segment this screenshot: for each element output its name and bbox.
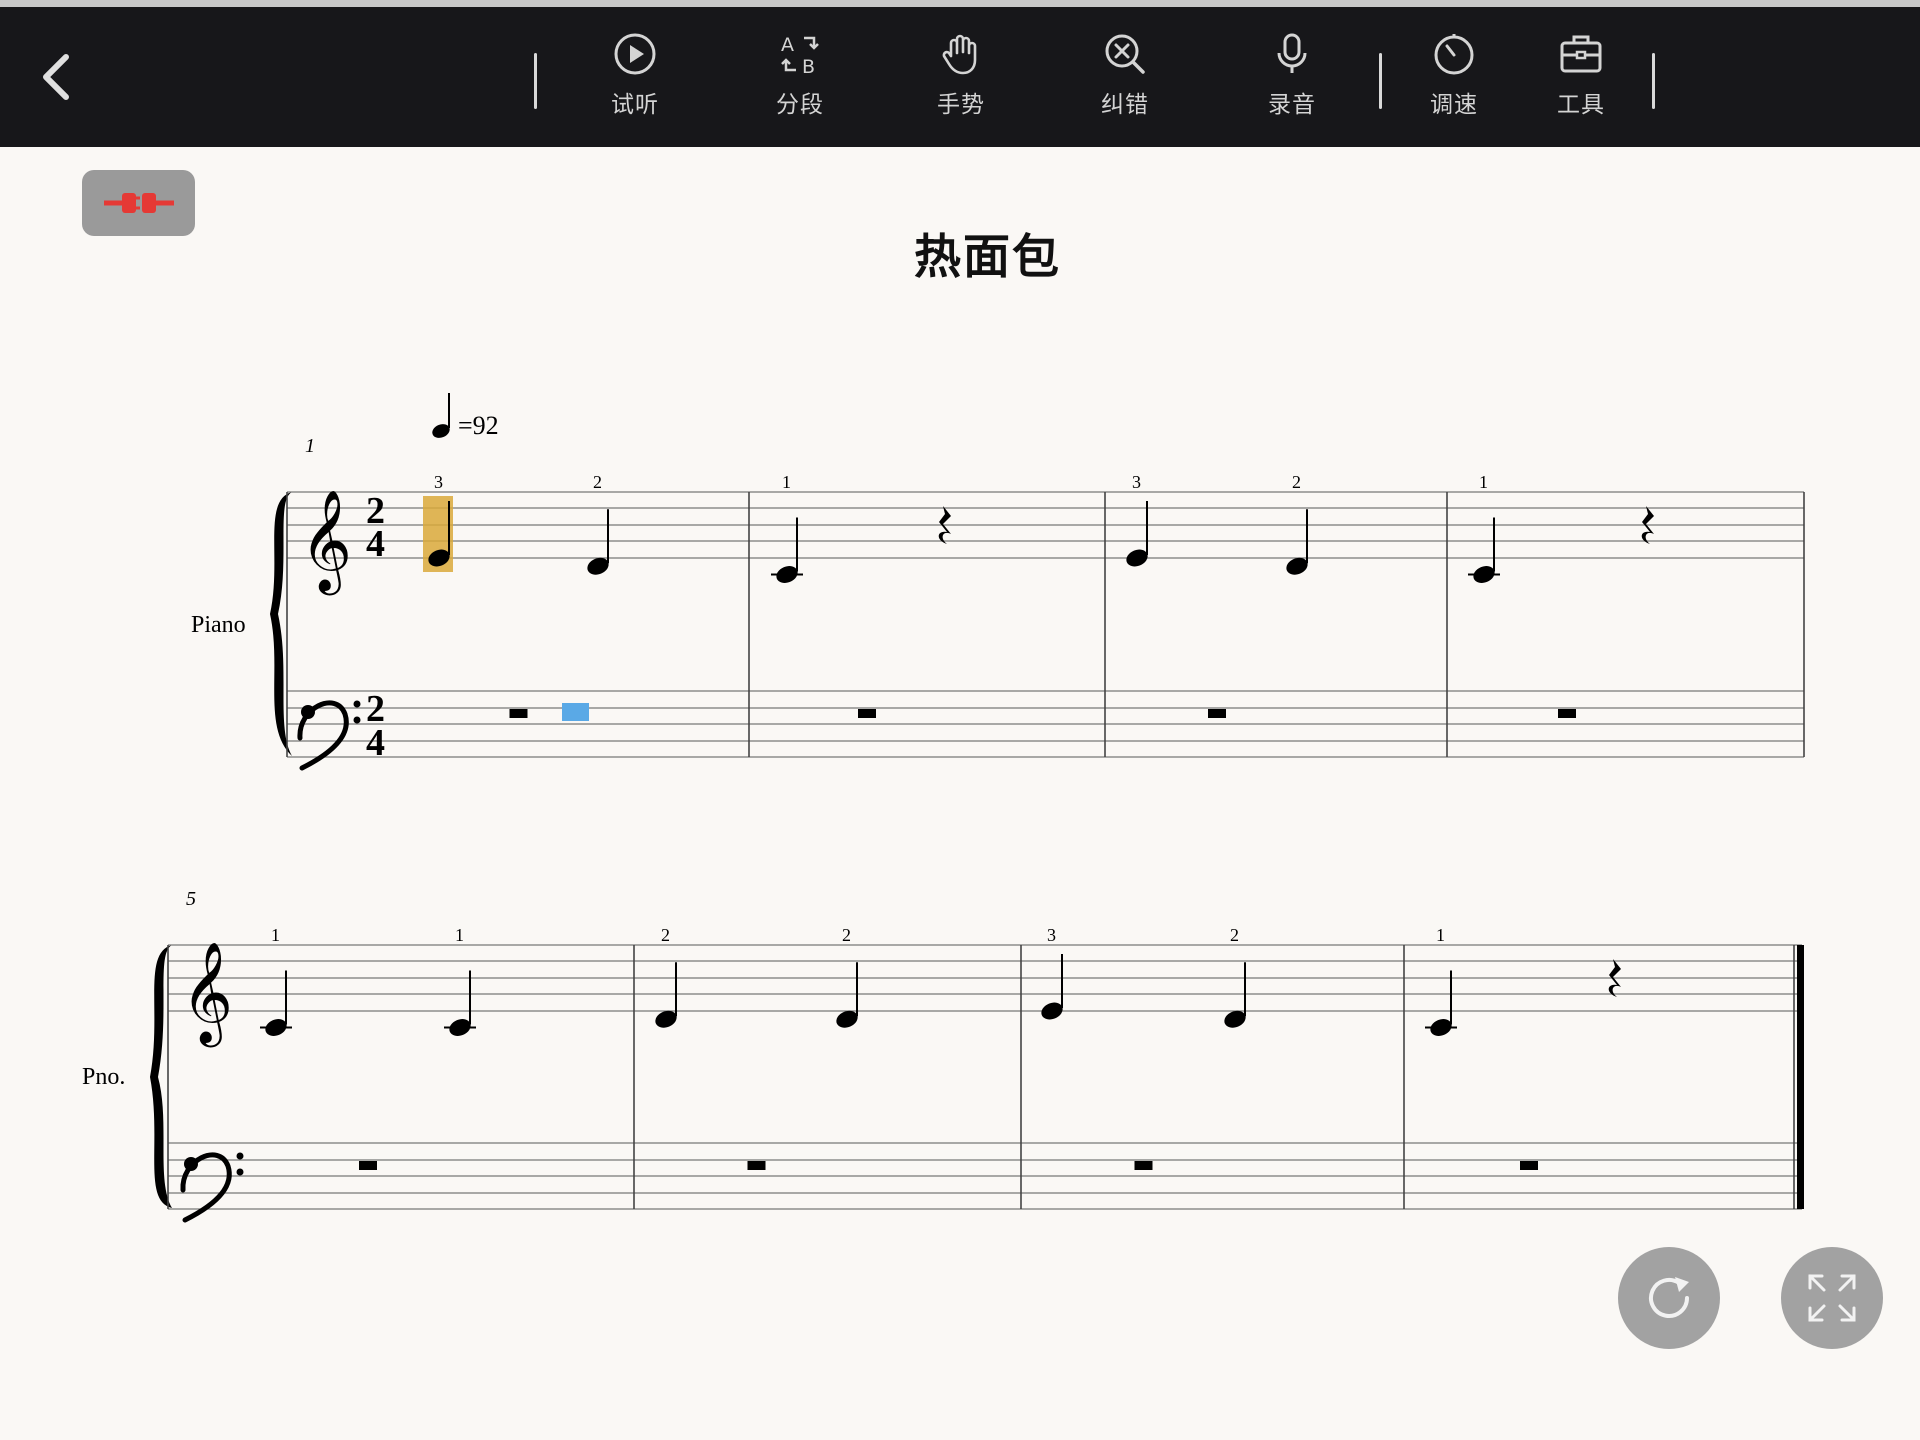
- fingering-number: 3: [1132, 472, 1141, 492]
- final-barline: [1797, 945, 1804, 1209]
- measure-number: 1: [305, 435, 315, 457]
- bass-staff: [168, 1142, 1802, 1210]
- treble-clef: 𝄞: [300, 488, 352, 596]
- measure-rest: [1208, 709, 1226, 718]
- instrument-label: Pno.: [82, 1064, 125, 1090]
- grand-staff-brace: [270, 492, 292, 756]
- current-rest-highlight: [562, 703, 589, 721]
- treble-staff: [168, 944, 1802, 1012]
- svg-text:4: 4: [366, 722, 385, 764]
- fullscreen-button[interactable]: [1781, 1247, 1883, 1349]
- svg-text:4: 4: [366, 523, 385, 565]
- fingering-number: 2: [1230, 925, 1239, 945]
- measure-number: 5: [186, 888, 196, 910]
- restart-button[interactable]: [1618, 1247, 1720, 1349]
- fingering-number: 1: [455, 925, 464, 945]
- measure-rest: [747, 1161, 766, 1170]
- fingering-number: 1: [1436, 925, 1445, 945]
- treble-clef: 𝄞: [181, 940, 233, 1048]
- time-signature: 2 4 2 4: [366, 490, 385, 764]
- fingering-number: 1: [271, 925, 280, 945]
- fingering-number: 1: [782, 472, 791, 492]
- measure-rest: [858, 709, 876, 718]
- fingering-number: 2: [1292, 472, 1301, 492]
- barlines: [167, 945, 1795, 1209]
- measure-rest: [359, 1161, 377, 1170]
- system-2-notes: 1 1 2 2 3 2 1: [260, 925, 1621, 1170]
- tempo-text: =92: [458, 411, 499, 440]
- music-score: 1 Piano =92 𝄞 2 4 2 4 3 2 1 3 2 1 5 Pno.…: [82, 393, 1805, 1223]
- bass-clef: [297, 700, 361, 771]
- fingering-number: 2: [593, 472, 602, 492]
- bass-clef: [180, 1152, 244, 1223]
- measure-rest: [1520, 1161, 1538, 1170]
- treble-staff: [287, 491, 1804, 559]
- fullscreen-icon: [1808, 1274, 1856, 1322]
- tempo-marking: =92: [432, 393, 499, 440]
- fingering-number: 1: [1479, 472, 1488, 492]
- fingering-number: 3: [434, 472, 443, 492]
- measure-rest: [509, 709, 528, 718]
- system-1-notes: 3 2 1 3 2 1: [428, 472, 1654, 718]
- fingering-number: 2: [842, 925, 851, 945]
- bass-staff: [287, 690, 1804, 758]
- fingering-number: 2: [661, 925, 670, 945]
- measure-rest: [1134, 1161, 1153, 1170]
- measure-rest: [1558, 709, 1576, 718]
- refresh-icon: [1649, 1277, 1689, 1318]
- instrument-label: Piano: [191, 612, 246, 638]
- fingering-number: 3: [1047, 925, 1056, 945]
